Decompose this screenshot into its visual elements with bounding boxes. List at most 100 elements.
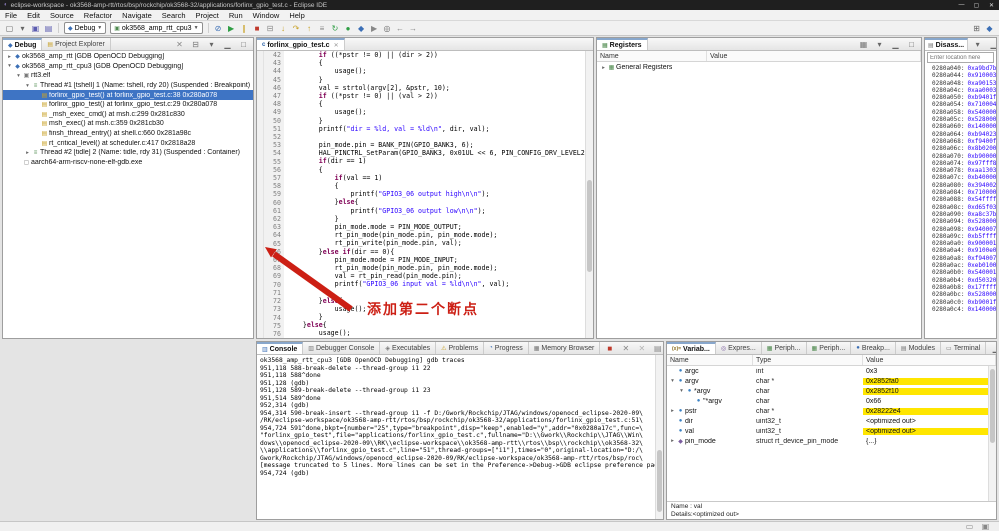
view-menu-icon[interactable]: ▾ [873, 38, 886, 50]
minimize-window-button[interactable]: — [954, 0, 969, 10]
scrollbar-thumb[interactable] [587, 180, 592, 272]
menu-edit[interactable]: Edit [22, 11, 45, 20]
variable-row[interactable]: ▾●*argvchar0x2852f10 [667, 386, 996, 396]
tab-executables[interactable]: ◈Executables [380, 342, 436, 354]
terminate-console-icon[interactable]: ■ [603, 342, 616, 354]
tab-periph[interactable]: ▦Periph... [762, 342, 807, 354]
new-wizard-icon[interactable]: ▢ [3, 22, 16, 34]
terminate-icon[interactable]: ■ [251, 22, 264, 34]
close-icon[interactable]: ✕ [334, 42, 339, 49]
remove-launch-icon[interactable]: ✕ [619, 342, 632, 354]
tab-expres[interactable]: ◎Expres... [716, 342, 762, 354]
show-columns-icon[interactable]: ▦ [857, 38, 870, 50]
debug-mode-combo[interactable]: ◆ Debug ▼ [64, 22, 106, 34]
debug-icon[interactable]: ◆ [355, 22, 368, 34]
variable-row[interactable]: ●diruint32_t<optimized out> [667, 416, 996, 426]
console-vertical-scrollbar[interactable] [655, 355, 663, 519]
save-icon[interactable]: ▣ [29, 22, 42, 34]
register-group-row[interactable]: ▸▦General Registers [597, 63, 921, 73]
step-into-icon[interactable]: ↓ [277, 22, 290, 34]
last-edit-location-icon[interactable]: ← [394, 22, 407, 34]
skip-all-breakpoints-icon[interactable]: ⊘ [212, 22, 225, 34]
debug-tree-item[interactable]: ▾≡Thread #1 [tshell] 1 (Name: tshell, rd… [3, 81, 253, 91]
new-dropdown-caret-icon[interactable]: ▾ [16, 22, 29, 34]
tab-periph[interactable]: ▦Periph... [807, 342, 852, 354]
expander-icon[interactable]: ▸ [669, 408, 676, 414]
menu-run[interactable]: Run [224, 11, 248, 20]
tab-variab[interactable]: (x)=Variab... [667, 342, 716, 354]
variable-row[interactable]: ●"*argvchar0x66 [667, 396, 996, 406]
tab-terminal[interactable]: ▭Terminal [941, 342, 986, 354]
view-menu-icon[interactable]: ▾ [971, 38, 984, 50]
expander-icon[interactable]: ▾ [15, 73, 22, 79]
tab-console[interactable]: ▥Console [257, 342, 303, 354]
resume-icon[interactable]: ▶ [225, 22, 238, 34]
status-edit-mode-icon[interactable]: ▭ [963, 521, 976, 531]
tab-problems[interactable]: ⚠Problems [436, 342, 484, 354]
expander-icon[interactable]: ▾ [669, 378, 676, 384]
scrollbar-thumb[interactable] [657, 450, 662, 512]
menu-file[interactable]: File [0, 11, 22, 20]
expander-icon[interactable]: ▾ [24, 83, 31, 89]
suspend-icon[interactable]: ∥ [238, 22, 251, 34]
debug-tree-item[interactable]: ▾◆ok3568_amp_rtt_cpu3 [GDB OpenOCD Debug… [3, 62, 253, 72]
step-return-icon[interactable]: ↑ [303, 22, 316, 34]
save-all-icon[interactable]: ▤ [42, 22, 55, 34]
disconnect-icon[interactable]: ⊟ [264, 22, 277, 34]
external-tools-icon[interactable]: ▶ [368, 22, 381, 34]
forward-history-icon[interactable]: → [407, 22, 420, 34]
debug-perspective-icon[interactable]: ◆ [983, 22, 996, 34]
close-window-button[interactable]: ✕ [984, 0, 999, 10]
tab-forlinx-gpio-test-c[interactable]: c forlinx_gpio_test.c ✕ [257, 38, 345, 50]
expander-icon[interactable]: ▾ [678, 388, 685, 394]
variable-row[interactable]: ▾●argvchar *0x2852fa0 [667, 376, 996, 386]
debug-tree-item[interactable]: ▤forlinx_gpio_test() at forlinx_gpio_tes… [3, 90, 253, 100]
expander-icon[interactable]: ▸ [669, 438, 676, 444]
column-name[interactable]: Name [597, 51, 707, 61]
maximize-icon[interactable]: □ [237, 38, 250, 50]
debug-tree-item[interactable]: ▢aarch64-arm-riscv-none-elf-gdb.exe [3, 158, 253, 168]
maximize-icon[interactable]: □ [905, 38, 918, 50]
expander-icon[interactable]: ▸ [600, 65, 607, 71]
tab-registers[interactable]: ▦ Registers [597, 38, 648, 50]
tab-project-explorer[interactable]: ▤Project Explorer [42, 38, 110, 50]
tab-memory-browser[interactable]: ▦Memory Browser [529, 342, 601, 354]
expander-icon[interactable]: ▾ [6, 63, 13, 69]
view-menu-icon[interactable]: ▾ [205, 38, 218, 50]
disassembly-location-input[interactable] [927, 52, 994, 63]
search-icon[interactable]: ◎ [381, 22, 394, 34]
restart-icon[interactable]: ↻ [329, 22, 342, 34]
clear-console-icon[interactable]: ▤ [651, 342, 664, 354]
variable-row[interactable]: ▸◆pin_modestruct rt_device_pin_mode{...} [667, 436, 996, 446]
scrollbar-thumb[interactable] [990, 369, 995, 443]
tab-debugger-console[interactable]: ▥Debugger Console [303, 342, 380, 354]
tab-progress[interactable]: ◔Progress [484, 342, 529, 354]
step-over-icon[interactable]: ↷ [290, 22, 303, 34]
tab-disassembly[interactable]: ▤ Disass... [925, 38, 968, 50]
menu-source[interactable]: Source [45, 11, 79, 20]
minimize-icon[interactable]: ▁ [889, 38, 902, 50]
code-editor[interactable]: 4243444546474849505152535455565758596061… [257, 51, 593, 338]
column-value[interactable]: Value [707, 51, 921, 61]
menu-search[interactable]: Search [157, 11, 191, 20]
remove-all-launches-icon[interactable]: ✕ [635, 342, 648, 354]
minimize-icon[interactable]: ▁ [987, 38, 997, 50]
variable-row[interactable]: ●argcint0x3 [667, 366, 996, 376]
expander-icon[interactable]: ▸ [24, 150, 31, 156]
console-output[interactable]: ok3568_amp_rtt_cpu3 [GDB OpenOCD Debuggi… [257, 355, 663, 519]
menu-project[interactable]: Project [191, 11, 224, 20]
menu-window[interactable]: Window [248, 11, 285, 20]
tab-modules[interactable]: ▤Modules [896, 342, 941, 354]
debug-tree-item[interactable]: ▤forlinx_gpio_test() at forlinx_gpio_tes… [3, 100, 253, 110]
tab-breakp[interactable]: ●Breakp... [851, 342, 896, 354]
debug-tree-item[interactable]: ▾▣rtt3.elf [3, 71, 253, 81]
maximize-window-button[interactable]: ▢ [969, 0, 984, 10]
menu-navigate[interactable]: Navigate [117, 11, 157, 20]
column-value[interactable]: Value [863, 355, 996, 365]
editor-vertical-scrollbar[interactable] [585, 51, 593, 338]
minimize-icon[interactable]: ▁ [221, 38, 234, 50]
remove-terminated-icon[interactable]: ✕ [173, 38, 186, 50]
open-perspective-icon[interactable]: ⊞ [970, 22, 983, 34]
variable-row[interactable]: ●valuint32_t<optimized out> [667, 426, 996, 436]
menu-help[interactable]: Help [284, 11, 309, 20]
